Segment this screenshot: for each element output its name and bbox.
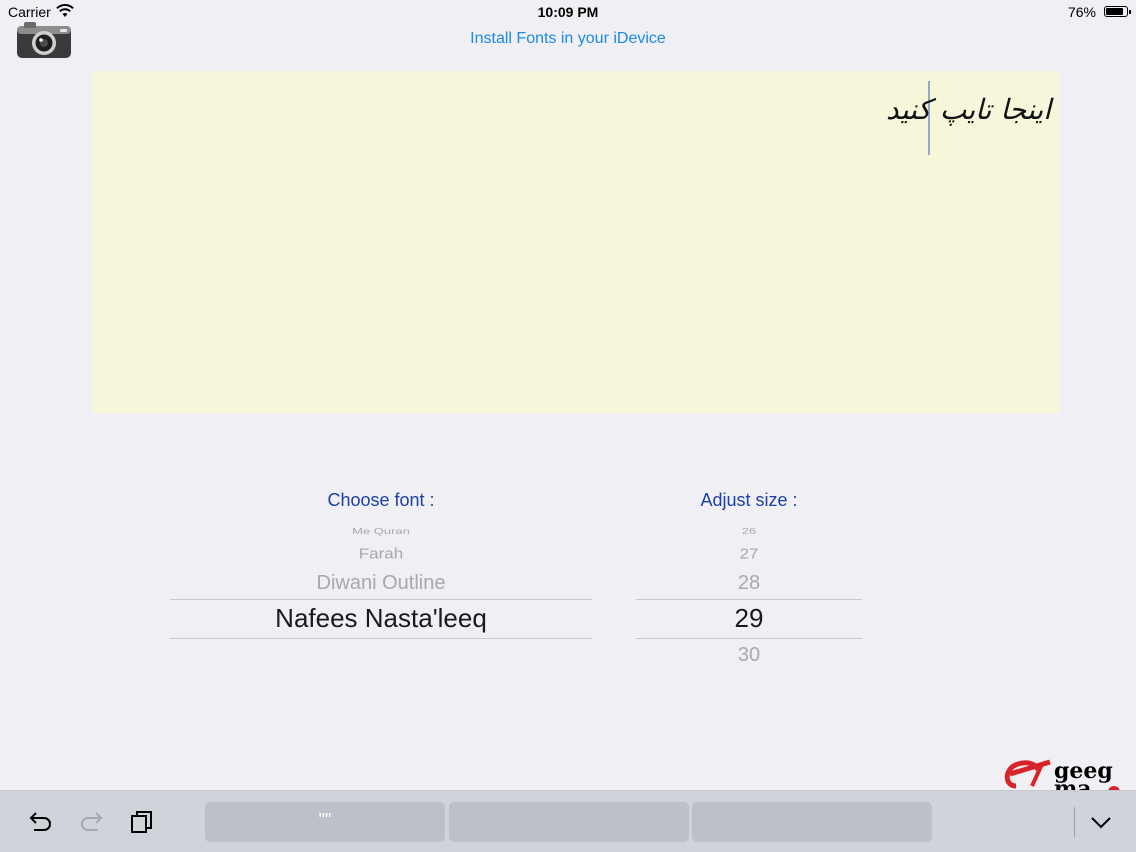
font-picker[interactable]: Me Quran Farah Diwani Outline Nafees Nas… xyxy=(170,520,592,680)
battery-icon xyxy=(1104,6,1131,17)
size-picker-item[interactable]: 27 xyxy=(636,546,862,563)
font-picker-item[interactable]: Me Quran xyxy=(170,527,592,536)
suggestion-key-3[interactable] xyxy=(692,802,932,842)
suggestion-key-2[interactable] xyxy=(449,802,689,842)
keyboard-toolbar: "" xyxy=(0,790,1136,852)
size-picker-item[interactable]: 26 xyxy=(636,527,862,536)
status-time: 10:09 PM xyxy=(537,4,599,20)
undo-icon[interactable] xyxy=(26,809,54,835)
install-fonts-link[interactable]: Install Fonts in your iDevice xyxy=(0,30,1136,48)
status-bar: Carrier 10:09 PM 76% xyxy=(0,0,1136,24)
redo-icon[interactable] xyxy=(78,809,106,835)
battery-percent: 76% xyxy=(1067,4,1096,20)
size-picker-selected[interactable]: 29 xyxy=(636,603,862,634)
editor-text: اینجا تایپ کنید xyxy=(886,93,1051,126)
size-picker-item[interactable]: 30 xyxy=(636,644,862,667)
adjust-size-label: Adjust size : xyxy=(700,490,798,510)
chevron-down-icon[interactable] xyxy=(1087,809,1115,835)
choose-font-label: Choose font : xyxy=(327,490,435,510)
font-picker-item[interactable]: Diwani Outline xyxy=(170,572,592,595)
size-picker-item[interactable]: 28 xyxy=(636,572,862,595)
watermark-logo: geeg ma xyxy=(1002,756,1128,794)
quote-key[interactable]: "" xyxy=(205,802,445,842)
font-picker-item[interactable]: Farah xyxy=(170,546,592,563)
text-editor[interactable]: اینجا تایپ کنید xyxy=(92,71,1059,413)
font-picker-selected[interactable]: Nafees Nasta'leeq xyxy=(170,603,592,634)
size-picker[interactable]: 26 27 28 29 30 xyxy=(636,520,862,680)
paste-icon[interactable] xyxy=(129,809,157,835)
toolbar-divider xyxy=(1074,807,1075,837)
